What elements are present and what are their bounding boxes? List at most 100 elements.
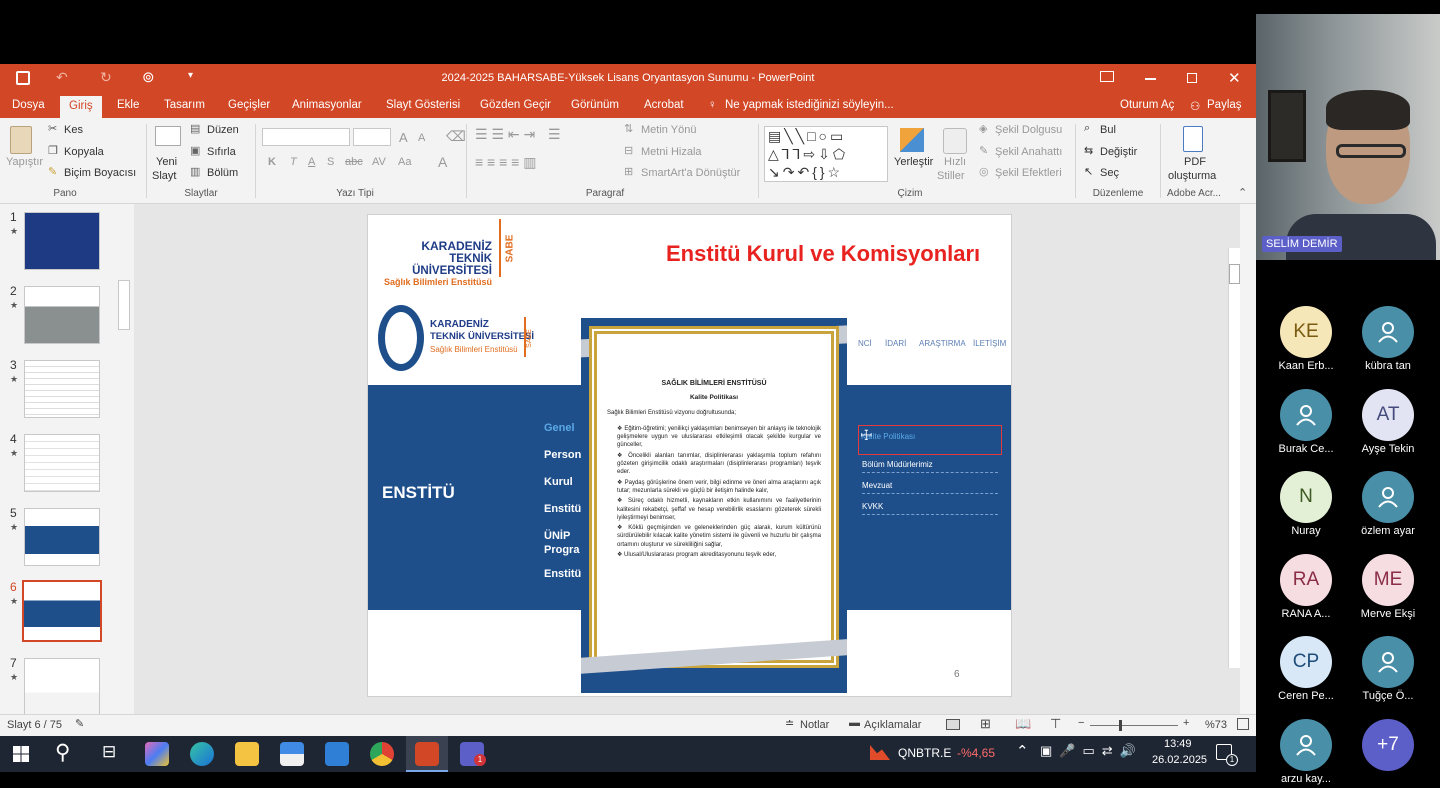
task-view-icon[interactable]: ⊟ bbox=[102, 742, 116, 762]
zoom-in-icon[interactable]: + bbox=[1183, 717, 1189, 729]
paste-icon[interactable] bbox=[10, 126, 32, 154]
stock-name[interactable]: QNBTR.E bbox=[898, 746, 951, 760]
create-pdf-line2[interactable]: oluşturma bbox=[1168, 170, 1216, 182]
participant-tile[interactable]: N Nuray bbox=[1266, 471, 1346, 537]
section-button[interactable]: Bölüm bbox=[207, 167, 238, 179]
italic-button[interactable]: T bbox=[290, 156, 297, 168]
shape-fill-button[interactable]: Şekil Dolgusu bbox=[995, 124, 1062, 136]
slide-thumbnail-5[interactable] bbox=[24, 508, 100, 566]
quick-styles-line2[interactable]: Stiller bbox=[937, 170, 965, 182]
participant-tile[interactable]: özlem ayar bbox=[1348, 471, 1428, 537]
copilot-icon[interactable] bbox=[145, 742, 169, 766]
clear-format-icon[interactable]: ⌫ bbox=[446, 128, 466, 145]
participant-tile[interactable]: +7 bbox=[1348, 718, 1428, 773]
spacing-button[interactable]: AV bbox=[372, 156, 386, 168]
line-spacing-icon[interactable]: ☰ bbox=[548, 126, 561, 143]
new-slide-button-line1[interactable]: Yeni bbox=[156, 156, 177, 168]
search-icon[interactable]: ⚲ bbox=[55, 740, 70, 765]
minimize-icon[interactable] bbox=[1145, 78, 1156, 80]
tab-ekle[interactable]: Ekle bbox=[117, 99, 139, 111]
powerpoint-icon[interactable] bbox=[415, 742, 439, 766]
spell-check-icon[interactable]: ✎ bbox=[75, 717, 84, 730]
thumb-scrollbar[interactable] bbox=[118, 280, 130, 330]
grow-font-button[interactable]: A bbox=[399, 130, 408, 145]
create-pdf-line1[interactable]: PDF bbox=[1184, 156, 1206, 168]
underline-button[interactable]: A bbox=[308, 156, 315, 168]
new-slide-button-line2[interactable]: Slayt bbox=[152, 170, 176, 182]
participant-tile[interactable]: KE Kaan Erb... bbox=[1266, 306, 1346, 372]
chrome-icon[interactable] bbox=[370, 742, 394, 766]
canvas-scrollbar[interactable] bbox=[1228, 248, 1240, 668]
copy-button[interactable]: Kopyala bbox=[64, 146, 104, 158]
share-button[interactable]: Paylaş bbox=[1207, 99, 1242, 111]
slide-thumbnail-1[interactable] bbox=[24, 212, 100, 270]
mail-icon[interactable] bbox=[325, 742, 349, 766]
paste-button[interactable]: Yapıştır bbox=[6, 156, 43, 168]
shrink-font-button[interactable]: A bbox=[418, 132, 425, 144]
slide-thumbnail-2[interactable] bbox=[24, 286, 100, 344]
slide-thumbnail-7[interactable] bbox=[24, 658, 100, 716]
align-icons[interactable]: ≡ ≡ ≡ ≡ ▥ bbox=[475, 154, 536, 171]
tray-icons[interactable]: ▣🎤▭⇄🔊 bbox=[1040, 743, 1143, 759]
zoom-out-icon[interactable]: − bbox=[1078, 717, 1084, 729]
tell-me-box[interactable]: Ne yapmak istediğinizi söyleyin... bbox=[725, 99, 894, 111]
participant-tile[interactable]: AT Ayşe Tekin bbox=[1348, 388, 1428, 455]
slide-thumbnail-6[interactable] bbox=[22, 580, 102, 642]
bullets-icon[interactable]: ☰ ☰ ⇤ ⇥ bbox=[475, 126, 535, 143]
zoom-slider[interactable] bbox=[1090, 725, 1178, 726]
select-button[interactable]: Seç bbox=[1100, 167, 1119, 179]
font-size-input[interactable] bbox=[353, 128, 391, 146]
canvas-scroll-thumb[interactable] bbox=[1229, 264, 1240, 284]
participant-tile[interactable]: RA RANA A... bbox=[1266, 553, 1346, 620]
participant-tile[interactable]: kübra tan bbox=[1348, 306, 1428, 372]
case-button[interactable]: Aa bbox=[398, 156, 411, 168]
bold-button[interactable]: K bbox=[268, 156, 276, 168]
slideshow-view-icon[interactable]: ⊤ bbox=[1050, 716, 1061, 732]
clock-time[interactable]: 13:49 bbox=[1164, 738, 1192, 750]
tab-giris[interactable]: Giriş bbox=[60, 96, 102, 118]
sorter-view-icon[interactable]: ⊞ bbox=[980, 716, 991, 732]
slide-thumbnail-3[interactable] bbox=[24, 360, 100, 418]
clock-date[interactable]: 26.02.2025 bbox=[1152, 754, 1207, 766]
arrange-button[interactable]: Yerleştir bbox=[894, 156, 933, 168]
text-direction-button[interactable]: Metin Yönü bbox=[641, 124, 696, 136]
cut-button[interactable]: Kes bbox=[64, 124, 83, 136]
shape-effects-button[interactable]: Şekil Efektleri bbox=[995, 167, 1062, 179]
font-color-button[interactable]: A bbox=[438, 154, 447, 170]
tab-gecisler[interactable]: Geçişler bbox=[228, 99, 270, 111]
comments-button[interactable]: Açıklamalar bbox=[864, 719, 921, 731]
participant-tile[interactable]: ME Merve Ekşi bbox=[1348, 553, 1428, 620]
quick-styles-line1[interactable]: Hızlı bbox=[944, 156, 966, 168]
tab-animasyonlar[interactable]: Animasyonlar bbox=[292, 99, 362, 111]
file-explorer-icon[interactable] bbox=[235, 742, 259, 766]
smartart-button[interactable]: SmartArt'a Dönüştür bbox=[641, 167, 740, 179]
windows-start-icon[interactable] bbox=[13, 746, 29, 762]
participant-tile[interactable]: CP Ceren Pe... bbox=[1266, 636, 1346, 702]
tab-slayt-gosterisi[interactable]: Slayt Gösterisi bbox=[386, 99, 460, 111]
align-text-button[interactable]: Metni Hizala bbox=[641, 146, 702, 158]
collapse-ribbon-icon[interactable]: ⌃ bbox=[1238, 186, 1247, 199]
zoom-slider-thumb[interactable] bbox=[1119, 720, 1122, 731]
find-button[interactable]: Bul bbox=[1100, 124, 1116, 136]
participant-tile[interactable]: Tuğçe Ö... bbox=[1348, 636, 1428, 702]
replace-button[interactable]: Değiştir bbox=[1100, 146, 1137, 158]
shapes-gallery[interactable]: ▤╲╲□○▭ △⅂⅂⇨⇩⬠ ↘↷↶{}☆ bbox=[764, 126, 888, 182]
tab-dosya[interactable]: Dosya bbox=[12, 99, 45, 111]
ribbon-display-icon[interactable] bbox=[1100, 71, 1114, 82]
slide-thumbnail-4[interactable] bbox=[24, 434, 100, 492]
tab-gorunum[interactable]: Görünüm bbox=[571, 99, 619, 111]
layout-button[interactable]: Düzen bbox=[207, 124, 239, 136]
font-name-input[interactable] bbox=[262, 128, 350, 146]
slide[interactable]: KARADENİZ TEKNİK ÜNİVERSİTESİ Sağlık Bil… bbox=[367, 214, 1012, 697]
format-painter-button[interactable]: Biçim Boyacısı bbox=[64, 167, 136, 179]
notes-button[interactable]: Notlar bbox=[800, 719, 829, 731]
close-icon[interactable]: ✕ bbox=[1228, 69, 1241, 87]
store-icon[interactable] bbox=[280, 742, 304, 766]
chevron-up-icon[interactable]: ⌃ bbox=[1016, 742, 1029, 760]
tab-gozden-gecir[interactable]: Gözden Geçir bbox=[480, 99, 551, 111]
participant-tile[interactable]: Burak Ce... bbox=[1266, 388, 1346, 455]
tab-acrobat[interactable]: Acrobat bbox=[644, 99, 684, 111]
shape-outline-button[interactable]: Şekil Anahattı bbox=[995, 146, 1062, 158]
reading-view-icon[interactable]: 📖 bbox=[1015, 716, 1031, 732]
fit-slide-icon[interactable] bbox=[1237, 718, 1249, 730]
